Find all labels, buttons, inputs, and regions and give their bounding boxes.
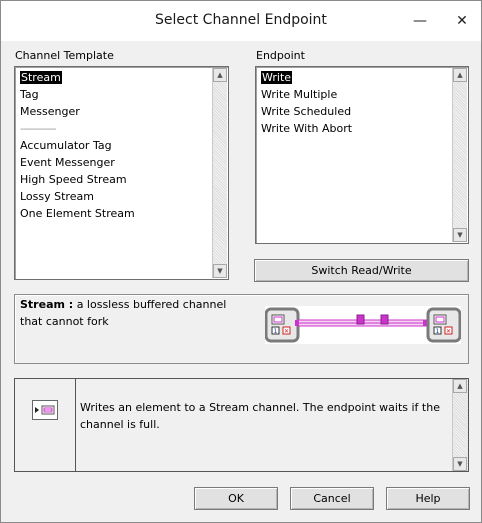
list-item[interactable]: Event Messenger [20,154,210,171]
channel-template-label: Channel Template [15,49,114,62]
endpoint-scrollbar[interactable]: ▲ ▼ [452,68,467,242]
list-item-label: Write Multiple [261,88,338,101]
list-item-label: Write [261,71,293,84]
svg-text:✕: ✕ [284,328,289,335]
channel-template-items: Stream Tag Messenger ------------ Accumulato… [20,69,210,222]
title-bar: Select Channel Endpoint — ✕ [1,1,481,41]
endpoint-items: Write Write Multiple Write Scheduled Write … [261,69,450,137]
switch-read-write-button[interactable]: Switch Read/Write [254,259,469,282]
help-text: Writes an element to a Stream channel. T… [80,401,440,431]
minimize-icon[interactable]: — [405,7,435,35]
endpoint-listbox[interactable]: Write Write Multiple Write Scheduled Write … [255,66,469,244]
list-item[interactable]: Write With Abort [261,120,450,137]
list-item-label: Stream [20,71,62,84]
stream-wire-diagram: 1 ✕ 1 ✕ [264,306,462,344]
list-item-label: Accumulator Tag [20,139,112,152]
list-item[interactable]: Write Scheduled [261,103,450,120]
template-name: Stream : [20,298,74,311]
list-item-label: Write With Abort [261,122,353,135]
scroll-down-icon[interactable]: ▼ [213,264,227,278]
select-channel-endpoint-dialog: Select Channel Endpoint — ✕ Channel Temp… [0,0,482,523]
close-icon[interactable]: ✕ [447,7,477,35]
list-item[interactable]: High Speed Stream [20,171,210,188]
write-endpoint-icon [32,400,58,420]
list-item[interactable]: Tag [20,86,210,103]
template-description: Stream : a lossless buffered channel tha… [20,296,240,330]
svg-text:1: 1 [274,328,278,335]
cancel-button[interactable]: Cancel [290,487,374,510]
help-scrollbar[interactable]: ▲ ▼ [452,379,468,471]
scroll-down-icon[interactable]: ▼ [453,228,467,242]
list-item: ------------ [20,120,210,137]
ok-button[interactable]: OK [194,487,278,510]
list-item-label: Messenger [20,105,80,118]
help-button[interactable]: Help [386,487,470,510]
svg-text:1: 1 [436,328,440,335]
list-item-label: Tag [20,88,39,101]
scroll-up-icon[interactable]: ▲ [453,379,467,393]
list-item[interactable]: Messenger [20,103,210,120]
context-help-box: Writes an element to a Stream channel. T… [14,378,469,472]
scroll-up-icon[interactable]: ▲ [453,68,467,82]
list-item[interactable]: Write [261,69,450,86]
list-item[interactable]: Write Multiple [261,86,450,103]
list-item-label: Lossy Stream [20,190,94,203]
svg-text:✕: ✕ [446,328,451,335]
list-item-label: One Element Stream [20,207,135,220]
list-item-label: Write Scheduled [261,105,352,118]
list-item[interactable]: Accumulator Tag [20,137,210,154]
list-item-label: ------------ [20,122,57,135]
list-item-label: Event Messenger [20,156,115,169]
reader-endpoint-icon: 1 ✕ [426,307,462,343]
list-item[interactable]: One Element Stream [20,205,210,222]
help-icon-column [15,379,76,471]
endpoint-label: Endpoint [256,49,305,62]
list-item[interactable]: Lossy Stream [20,188,210,205]
list-item[interactable]: Stream [20,69,210,86]
writer-endpoint-icon: 1 ✕ [264,307,300,343]
channel-wire [295,314,429,327]
scroll-up-icon[interactable]: ▲ [213,68,227,82]
scroll-down-icon[interactable]: ▼ [453,457,467,471]
list-item-label: High Speed Stream [20,173,127,186]
channel-template-scrollbar[interactable]: ▲ ▼ [212,68,227,278]
channel-template-listbox[interactable]: Stream Tag Messenger ------------ Accumulato… [14,66,229,280]
